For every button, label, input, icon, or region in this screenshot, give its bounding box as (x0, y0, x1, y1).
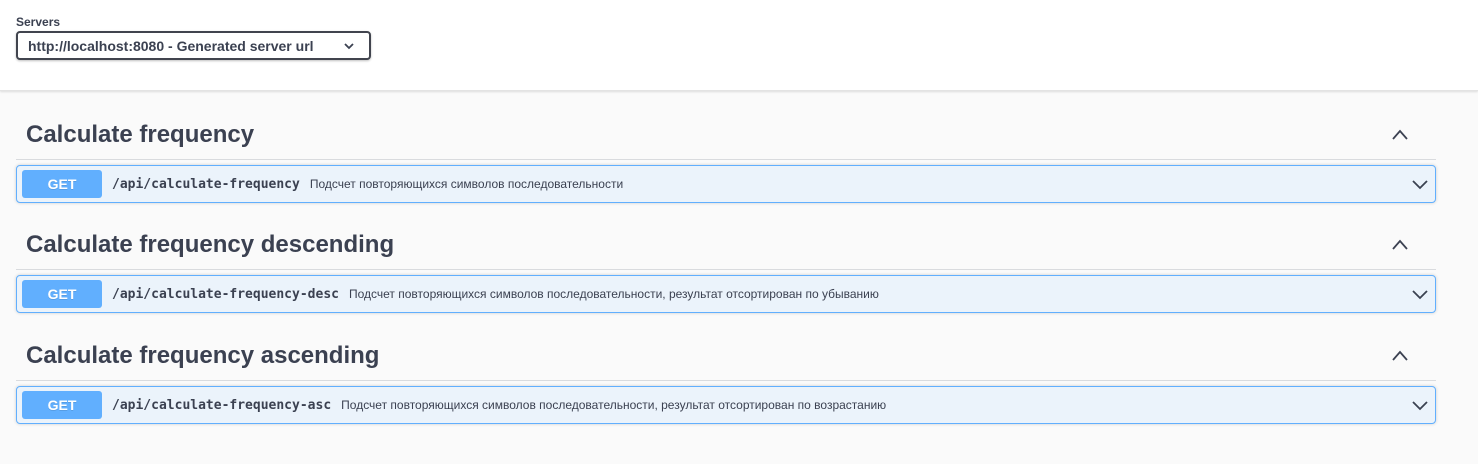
operation-summary: Подсчет повторяющихся символов последова… (341, 398, 887, 412)
method-badge: GET (22, 280, 102, 308)
tag-title: Calculate frequency (26, 121, 255, 148)
tag-header[interactable]: Calculate frequency (16, 111, 1436, 160)
servers-label: Servers (16, 15, 61, 29)
method-badge: GET (22, 391, 102, 419)
tag-title: Calculate frequency descending (26, 231, 395, 258)
chevron-up-icon[interactable] (1390, 235, 1410, 255)
tag-header[interactable]: Calculate frequency ascending (16, 332, 1436, 381)
method-badge: GET (22, 170, 102, 198)
operation-summary: Подсчет повторяющихся символов последова… (348, 287, 879, 301)
chevron-up-icon[interactable] (1390, 125, 1410, 145)
tag-header[interactable]: Calculate frequency descending (16, 221, 1436, 270)
tag-section-calculate-frequency-ascending: Calculate frequency ascending GET /api/c… (16, 332, 1436, 424)
operation-get-calculate-frequency-desc[interactable]: GET /api/calculate-frequency-desc Подсче… (16, 275, 1436, 313)
server-select-value: http://localhost:8080 - Generated server… (28, 37, 314, 54)
server-select[interactable]: http://localhost:8080 - Generated server… (16, 31, 371, 60)
tag-section-calculate-frequency-descending: Calculate frequency descending GET /api/… (16, 221, 1436, 313)
chevron-down-icon[interactable] (1411, 286, 1429, 304)
servers-bar: Servers http://localhost:8080 - Generate… (0, 0, 1478, 91)
operation-path: /api/calculate-frequency (112, 176, 300, 192)
operation-summary: Подсчет повторяющихся символов последова… (309, 177, 624, 191)
chevron-up-icon[interactable] (1390, 346, 1410, 366)
operation-path: /api/calculate-frequency-asc (112, 397, 332, 413)
tag-title: Calculate frequency ascending (26, 342, 380, 369)
tag-section-calculate-frequency: Calculate frequency GET /api/calculate-f… (16, 111, 1436, 203)
operation-path: /api/calculate-frequency-desc (112, 286, 339, 302)
chevron-down-icon (344, 43, 354, 50)
chevron-down-icon[interactable] (1411, 397, 1429, 415)
operation-get-calculate-frequency[interactable]: GET /api/calculate-frequency Подсчет пов… (16, 165, 1436, 203)
operation-get-calculate-frequency-asc[interactable]: GET /api/calculate-frequency-asc Подсчет… (16, 386, 1436, 424)
chevron-down-icon[interactable] (1411, 176, 1429, 194)
